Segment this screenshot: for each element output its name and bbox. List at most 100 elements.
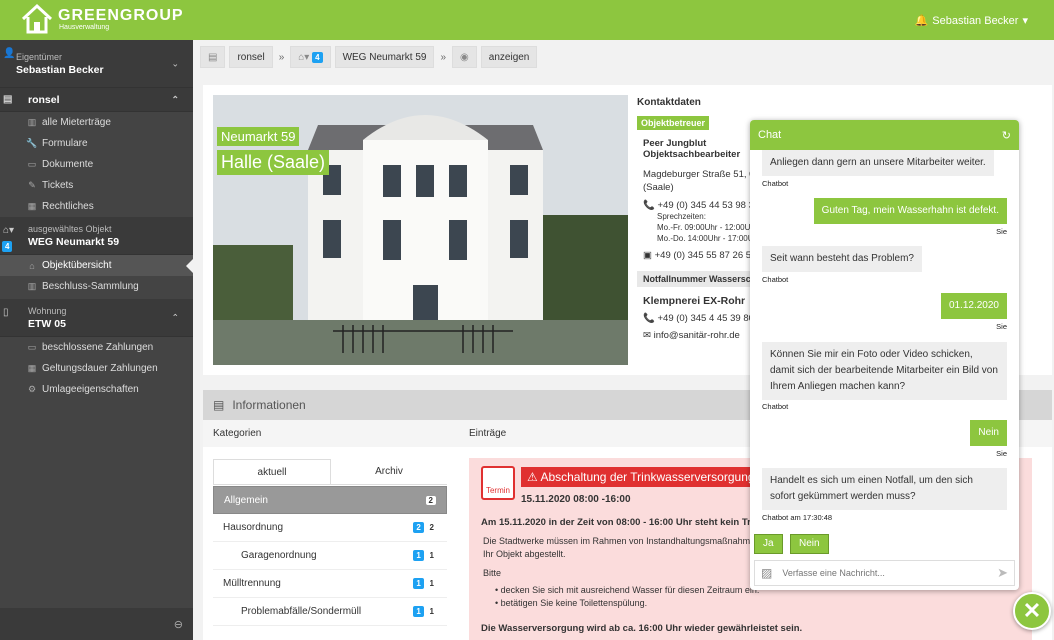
item-label: beschlossene Zahlungen bbox=[42, 342, 154, 353]
tab-archiv[interactable]: Archiv bbox=[331, 459, 447, 484]
book-icon: ▦ bbox=[27, 201, 37, 211]
breadcrumb-object[interactable]: WEG Neumarkt 59 bbox=[334, 46, 435, 68]
calendar-icon: Termin bbox=[481, 466, 515, 500]
wrench-icon: 🔧 bbox=[26, 138, 38, 148]
database-icon: ▤ bbox=[3, 94, 13, 105]
entry-li1-text: decken Sie sich mit ausreichend Wasser f… bbox=[500, 585, 760, 595]
item-label: Formulare bbox=[42, 138, 88, 149]
contact-details: Kontaktdaten Objektbetreuer Peer Jungblu… bbox=[637, 97, 767, 341]
category-count-total: 2 bbox=[426, 522, 437, 533]
bell-icon: 🔔 bbox=[914, 15, 929, 27]
logo[interactable]: GREENGROUP Hausverwaltung bbox=[20, 3, 184, 35]
contact-address: Magdeburger Straße 51, 0 bbox=[643, 169, 755, 180]
contact-role-tag: Objektbetreuer bbox=[637, 116, 710, 130]
entry-title-text: Abschaltung der Trinkwasserversorgung bbox=[540, 470, 755, 484]
sidebar-item-beschluss[interactable]: ▥ Beschluss-Sammlung bbox=[0, 276, 193, 297]
sidebar-footer: ⊖ bbox=[0, 608, 193, 640]
send-icon[interactable]: ➤ bbox=[997, 565, 1008, 581]
contact-fax-row: ▣ +49 (0) 345 55 87 26 56 bbox=[637, 250, 767, 261]
category-allgemein[interactable]: Allgemein 2 bbox=[213, 486, 447, 514]
chat-meta: Chatbot bbox=[762, 275, 789, 284]
close-chat-button[interactable]: ✕ bbox=[1013, 592, 1051, 630]
refresh-icon[interactable]: ↻ bbox=[1002, 129, 1011, 142]
sidebar: 👤 Eigentümer Sebastian Becker ⌄ ▤ ronsel… bbox=[0, 40, 193, 640]
category-count: 2 bbox=[425, 495, 436, 505]
breadcrumb-ronsel[interactable]: ronsel bbox=[229, 46, 273, 68]
contact-phone-row[interactable]: 📞 +49 (0) 345 44 53 98 30 bbox=[637, 200, 767, 211]
emergency-mail: info@sanitär-rohr.de bbox=[653, 330, 740, 341]
image-icon[interactable]: ▨ bbox=[761, 566, 772, 580]
category-muelltrennung[interactable]: Mülltrennung 1 1 bbox=[213, 570, 447, 598]
object-label: ausgewähltes Objekt bbox=[28, 224, 112, 234]
breadcrumb-home[interactable]: ⌂▾ 4 bbox=[290, 46, 331, 68]
owner-label: Eigentümer bbox=[16, 52, 63, 62]
chat-meta: Sie bbox=[996, 322, 1007, 331]
item-label: Umlageeigenschaften bbox=[42, 384, 139, 395]
group1-items: ▥ alle Mieterträge 🔧 Formulare ▭ Dokumente … bbox=[0, 112, 193, 217]
contact-address-city: (Saale) bbox=[643, 182, 674, 193]
sidebar-item-formulare[interactable]: 🔧 Formulare bbox=[0, 133, 193, 154]
category-count-total: 1 bbox=[426, 606, 437, 617]
chat-window: Chat ↻ Anliegen dann gern an unsere Mita… bbox=[750, 120, 1019, 590]
sidebar-group-ronsel[interactable]: ▤ ronsel ⌃ bbox=[0, 88, 193, 112]
emergency-phone-row[interactable]: 📞 +49 (0) 345 4 45 39 80 bbox=[637, 313, 767, 324]
category-label: Problemabfälle/Sondermüll bbox=[241, 606, 362, 617]
emergency-name: Klempnerei EX-Rohr bbox=[643, 295, 746, 307]
chat-meta: Chatbot bbox=[762, 402, 789, 411]
calendar-icon-label: Termin bbox=[485, 486, 510, 495]
category-hausordnung[interactable]: Hausordnung 2 2 bbox=[213, 514, 447, 542]
sidebar-item-tickets[interactable]: ✎ Tickets bbox=[0, 175, 193, 196]
quick-reply-nein[interactable]: Nein bbox=[790, 534, 829, 554]
category-problemabfaelle[interactable]: Problemabfälle/Sondermüll 1 1 bbox=[213, 598, 447, 626]
chat-message-user: Guten Tag, mein Wasserhahn ist defekt. bbox=[813, 198, 1007, 224]
category-list: Allgemein 2 Hausordnung 2 2 Garagenordnung… bbox=[213, 486, 447, 626]
collapse-sidebar-icon[interactable]: ⊖ bbox=[174, 618, 183, 631]
home-icon: ⌂▾ bbox=[3, 225, 15, 236]
sidebar-item-objektuebersicht[interactable]: ⌂ Objektübersicht bbox=[0, 255, 193, 276]
sidebar-item-umlage[interactable]: ⚙ Umlageeigenschaften bbox=[0, 379, 193, 400]
chat-meta: Sie bbox=[996, 449, 1007, 458]
contact-title: Kontaktdaten bbox=[637, 97, 701, 108]
breadcrumb-badge: 4 bbox=[312, 51, 323, 63]
item-label: alle Mieterträge bbox=[42, 117, 111, 128]
item-label: Objektübersicht bbox=[42, 260, 112, 271]
chat-meta: Sie bbox=[996, 227, 1007, 236]
sidebar-item-geltungsdauer[interactable]: ▦ Geltungsdauer Zahlungen bbox=[0, 358, 193, 379]
chat-input[interactable] bbox=[782, 568, 988, 578]
entry-lead: Am 15.11.2020 in der Zeit von 08:00 - 16… bbox=[481, 517, 765, 528]
emergency-mail-row[interactable]: ✉ info@sanitär-rohr.de bbox=[637, 330, 767, 341]
user-menu[interactable]: 🔔 Sebastian Becker ▾ bbox=[914, 14, 1028, 28]
phone-icon: 📞 bbox=[643, 313, 655, 324]
caret-down-icon: ▾ bbox=[1022, 15, 1028, 27]
chat-message-user: 01.12.2020 bbox=[940, 293, 1007, 319]
chevron-up-icon: ⌃ bbox=[171, 312, 179, 322]
entry-li2-text: betätigen Sie keine Toilettenspülung. bbox=[500, 598, 648, 608]
sidebar-owner[interactable]: 👤 Eigentümer Sebastian Becker ⌄ bbox=[0, 40, 193, 88]
owner-name: Sebastian Becker bbox=[16, 64, 104, 76]
group-title: ronsel bbox=[28, 93, 60, 106]
tab-aktuell[interactable]: aktuell bbox=[213, 459, 331, 484]
quick-reply-ja[interactable]: Ja bbox=[754, 534, 783, 554]
sidebar-selected-object[interactable]: ⌂▾ 4 ausgewähltes Objekt WEG Neumarkt 59 bbox=[0, 217, 193, 255]
category-garagenordnung[interactable]: Garagenordnung 1 1 bbox=[213, 542, 447, 570]
category-label: Hausordnung bbox=[223, 522, 284, 533]
file-icon: ▯ bbox=[3, 307, 9, 318]
chevron-up-icon: ⌃ bbox=[171, 94, 179, 104]
categories-header: Kategorien bbox=[213, 428, 262, 439]
item-label: Geltungsdauer Zahlungen bbox=[42, 363, 158, 374]
information-title: Informationen bbox=[232, 398, 306, 412]
chat-message-bot: Handelt es sich um einen Notfall, um den… bbox=[762, 468, 1007, 510]
breadcrumb-anzeigen[interactable]: anzeigen bbox=[480, 46, 538, 68]
category-tabs: aktuell Archiv bbox=[213, 459, 447, 485]
item-label: Rechtliches bbox=[42, 201, 94, 212]
fax-icon: ▣ bbox=[643, 250, 652, 261]
breadcrumb-separator: » bbox=[278, 51, 285, 63]
sidebar-item-mietertraege[interactable]: ▥ alle Mieterträge bbox=[0, 112, 193, 133]
sidebar-item-rechtliches[interactable]: ▦ Rechtliches bbox=[0, 196, 193, 217]
sidebar-flat[interactable]: ▯ Wohnung ETW 05 ⌃ bbox=[0, 299, 193, 337]
breadcrumb-separator: » bbox=[440, 51, 447, 63]
sidebar-item-zahlungen[interactable]: ▭ beschlossene Zahlungen bbox=[0, 337, 193, 358]
sidebar-item-dokumente[interactable]: ▭ Dokumente bbox=[0, 154, 193, 175]
envelope-icon: ✉ bbox=[643, 330, 651, 341]
house-logo-icon bbox=[21, 3, 53, 34]
